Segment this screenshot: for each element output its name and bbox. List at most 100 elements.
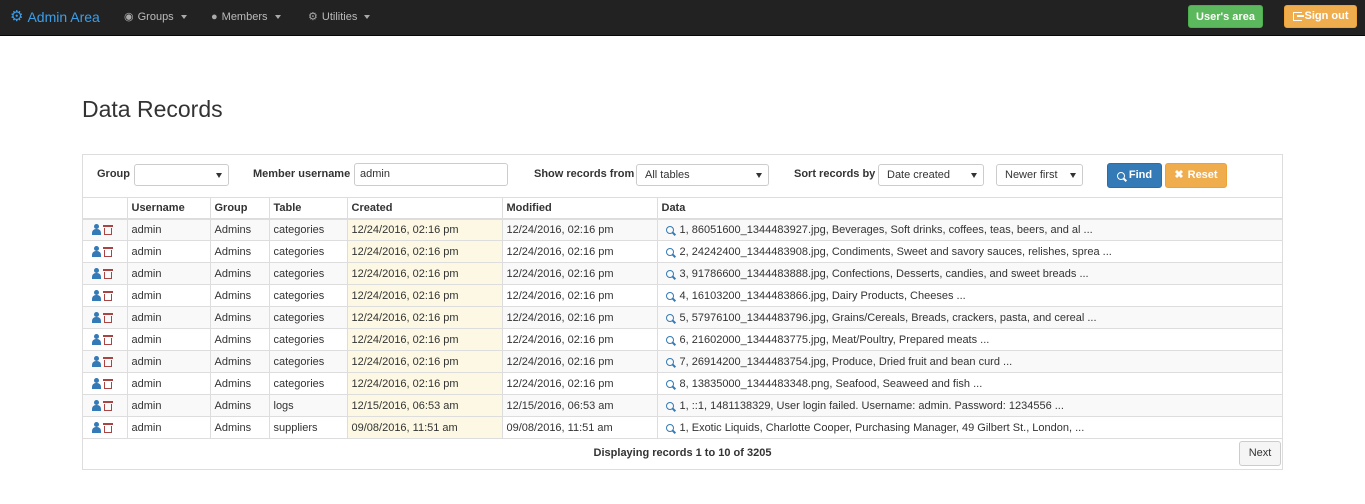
records-panel: Group Member username admin Show records… [82, 154, 1283, 470]
view-record-icon[interactable] [665, 269, 674, 278]
view-record-icon[interactable] [665, 247, 674, 256]
users-area-button[interactable]: User's area [1188, 5, 1263, 28]
table-row: admin Admins suppliers 09/08/2016, 11:51 am… [83, 416, 1282, 439]
change-owner-icon[interactable] [92, 356, 101, 368]
group-filter-label: Group [97, 168, 130, 180]
trash-icon[interactable] [103, 246, 113, 257]
change-owner-icon[interactable] [92, 246, 101, 258]
reset-label: Reset [1187, 169, 1218, 181]
change-owner-icon[interactable] [92, 422, 101, 434]
cell-modified: 09/08/2016, 11:51 am [501, 416, 657, 439]
record-data-text: 2, 24242400_1344483908.jpg, Condiments, … [679, 245, 1112, 258]
cell-data: 5, 57976100_1344483796.jpg, Grains/Cerea… [656, 306, 1282, 329]
row-actions [83, 394, 127, 417]
sign-out-icon [1292, 12, 1304, 21]
change-owner-icon[interactable] [92, 268, 101, 280]
change-owner-icon[interactable] [92, 290, 101, 302]
view-record-icon[interactable] [665, 357, 674, 366]
table-row: admin Admins categories 12/24/2016, 02:16 p… [83, 218, 1282, 241]
menu-groups[interactable]: ◉ Groups [124, 0, 187, 34]
record-data-text: 1, Exotic Liquids, Charlotte Cooper, Pur… [679, 421, 1085, 434]
cell-group: Admins [209, 350, 269, 373]
sort-order-select[interactable]: Newer first [996, 164, 1083, 186]
sort-field-select[interactable]: Date created [878, 164, 984, 186]
cell-created: 12/24/2016, 02:16 pm [346, 218, 502, 241]
row-actions [83, 306, 127, 329]
group-select[interactable] [134, 164, 229, 186]
cell-modified: 12/24/2016, 02:16 pm [501, 306, 657, 329]
trash-icon[interactable] [103, 422, 113, 433]
member-filter-label: Member username [253, 168, 351, 180]
reset-button[interactable]: ✖ Reset [1165, 163, 1227, 188]
change-owner-icon[interactable] [92, 224, 101, 236]
cell-table: logs [268, 394, 347, 417]
record-data-text: 8, 13835000_1344483348.png, Seafood, Sea… [679, 377, 983, 390]
view-record-icon[interactable] [665, 335, 674, 344]
member-username-input[interactable]: admin [354, 163, 508, 186]
brand-link[interactable]: ⚙ Admin Area [10, 0, 100, 34]
view-record-icon[interactable] [665, 291, 674, 300]
menu-utilities[interactable]: ⚙ Utilities [308, 0, 371, 34]
sign-out-button[interactable]: Sign out [1284, 5, 1357, 28]
select-arrow-icon [971, 173, 977, 178]
menu-members[interactable]: ● Members [211, 0, 281, 34]
table-row: admin Admins categories 12/24/2016, 02:16 p… [83, 328, 1282, 351]
change-owner-icon[interactable] [92, 378, 101, 390]
trash-icon[interactable] [103, 290, 113, 301]
view-record-icon[interactable] [665, 401, 674, 410]
cell-table: categories [268, 262, 347, 285]
cog-icon: ⚙ [308, 11, 318, 23]
view-record-icon[interactable] [665, 225, 674, 234]
row-actions [83, 372, 127, 395]
view-record-icon[interactable] [665, 313, 674, 322]
record-data-text: 7, 26914200_1344483754.jpg, Produce, Dri… [679, 355, 1013, 368]
cell-modified: 12/15/2016, 06:53 am [501, 394, 657, 417]
change-owner-icon[interactable] [92, 334, 101, 346]
trash-icon[interactable] [103, 268, 113, 279]
row-actions [83, 328, 127, 351]
cell-table: categories [268, 372, 347, 395]
cell-table: categories [268, 328, 347, 351]
change-owner-icon[interactable] [92, 400, 101, 412]
cell-data: 2, 24242400_1344483908.jpg, Condiments, … [656, 240, 1282, 263]
cell-data: 1, Exotic Liquids, Charlotte Cooper, Pur… [656, 416, 1282, 439]
sort-order-value: Newer first [1005, 169, 1058, 181]
cell-group: Admins [209, 394, 269, 417]
header-group: Group [209, 197, 269, 220]
cell-group: Admins [209, 284, 269, 307]
cell-table: categories [268, 350, 347, 373]
trash-icon[interactable] [103, 334, 113, 345]
record-data-text: 3, 91786600_1344483888.jpg, Confections,… [679, 267, 1089, 280]
view-record-icon[interactable] [665, 423, 674, 432]
header-actions [83, 197, 127, 220]
caret-down-icon [180, 15, 187, 19]
change-owner-icon[interactable] [92, 312, 101, 324]
table-select-value: All tables [645, 169, 690, 181]
next-page-button[interactable]: Next [1239, 441, 1281, 466]
cell-modified: 12/24/2016, 02:16 pm [501, 350, 657, 373]
select-arrow-icon [756, 173, 762, 178]
view-record-icon[interactable] [665, 379, 674, 388]
table-row: admin Admins categories 12/24/2016, 02:16 p… [83, 350, 1282, 373]
menu-utilities-label: Utilities [321, 11, 358, 23]
cell-data: 8, 13835000_1344483348.png, Seafood, Sea… [656, 372, 1282, 395]
show-records-label: Show records from [534, 168, 635, 180]
cell-group: Admins [209, 262, 269, 285]
cell-username: admin [126, 218, 210, 241]
trash-icon[interactable] [103, 224, 113, 235]
trash-icon[interactable] [103, 356, 113, 367]
trash-icon[interactable] [103, 400, 113, 411]
cell-group: Admins [209, 416, 269, 439]
trash-icon[interactable] [103, 378, 113, 389]
select-arrow-icon [216, 173, 222, 178]
cell-created: 12/15/2016, 06:53 am [346, 394, 502, 417]
brand-label: Admin Area [27, 9, 100, 25]
table-row: admin Admins categories 12/24/2016, 02:16 p… [83, 372, 1282, 395]
row-actions [83, 218, 127, 241]
cell-username: admin [126, 416, 210, 439]
find-button[interactable]: Find [1107, 163, 1162, 188]
user-icon: ● [211, 11, 218, 23]
table-select[interactable]: All tables [636, 164, 769, 186]
trash-icon[interactable] [103, 312, 113, 323]
cell-modified: 12/24/2016, 02:16 pm [501, 240, 657, 263]
